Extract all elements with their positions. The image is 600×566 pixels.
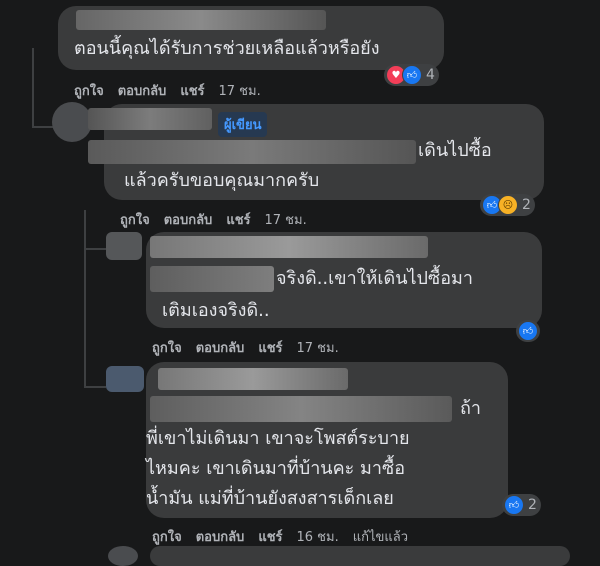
comment-text: ตอนนี้คุณได้รับการช่วยเหลือแล้วหรือยัง bbox=[74, 38, 380, 59]
avatar[interactable] bbox=[52, 102, 92, 142]
share-link[interactable]: แชร์ bbox=[180, 84, 204, 99]
thread-line bbox=[32, 48, 34, 128]
edited-label[interactable]: แก้ไขแล้ว bbox=[353, 530, 408, 545]
reaction-summary[interactable]: 👍︎ bbox=[516, 320, 540, 342]
comment-actions: ถูกใจ ตอบกลับ แชร์ 17 ชม. bbox=[74, 80, 275, 101]
reaction-summary[interactable]: ♥ 👍︎ 4 bbox=[384, 64, 439, 86]
author-name-blurred bbox=[150, 236, 428, 258]
comment-text: เติมเองจริงดิ.. bbox=[162, 300, 270, 321]
like-reaction-icon: 👍︎ bbox=[504, 495, 524, 515]
text-blurred bbox=[150, 396, 452, 422]
reply-link[interactable]: ตอบกลับ bbox=[196, 341, 245, 356]
share-link[interactable]: แชร์ bbox=[258, 530, 282, 545]
like-reaction-icon: 👍︎ bbox=[518, 321, 538, 341]
share-link[interactable]: แชร์ bbox=[226, 213, 250, 228]
author-badge: ผู้เขียน bbox=[218, 112, 268, 137]
thread-line bbox=[84, 210, 86, 388]
comment-actions: ถูกใจ ตอบกลับ แชร์ 17 ชม. bbox=[120, 209, 321, 230]
comment-text: ถ้า bbox=[460, 398, 482, 419]
reaction-count: 4 bbox=[426, 67, 435, 83]
comment-text: จริงดิ..เขาให้เดินไปซื้อมา bbox=[276, 268, 473, 289]
author-name-blurred bbox=[158, 368, 348, 390]
author-name-blurred bbox=[76, 10, 326, 30]
reply-link[interactable]: ตอบกลับ bbox=[196, 530, 245, 545]
timestamp[interactable]: 17 ชม. bbox=[219, 84, 261, 99]
comment-actions: ถูกใจ ตอบกลับ แชร์ 17 ชม. bbox=[152, 337, 353, 358]
reaction-summary[interactable]: 👍︎ 2 bbox=[502, 494, 541, 516]
timestamp[interactable]: 17 ชม. bbox=[297, 341, 339, 356]
comment-text: พี่เขาไม่เดินมา เขาจะโพสต์ระบาย bbox=[146, 428, 410, 449]
comment-actions: ถูกใจ ตอบกลับ แชร์ 16 ชม. แก้ไขแล้ว bbox=[152, 526, 422, 547]
like-reaction-icon: 👍︎ bbox=[402, 65, 422, 85]
reply-link[interactable]: ตอบกลับ bbox=[164, 213, 213, 228]
share-link[interactable]: แชร์ bbox=[258, 341, 282, 356]
timestamp[interactable]: 17 ชม. bbox=[265, 213, 307, 228]
like-link[interactable]: ถูกใจ bbox=[74, 84, 104, 99]
thread-line bbox=[84, 386, 106, 388]
like-link[interactable]: ถูกใจ bbox=[120, 213, 150, 228]
like-link[interactable]: ถูกใจ bbox=[152, 341, 182, 356]
timestamp[interactable]: 16 ชม. bbox=[297, 530, 339, 545]
avatar[interactable] bbox=[106, 366, 144, 392]
reaction-summary[interactable]: 👍︎ ☹ 2 bbox=[480, 194, 535, 216]
comment-text: แล้วครับขอบคุณมากครับ bbox=[124, 170, 320, 191]
reaction-count: 2 bbox=[522, 197, 531, 213]
comment-text: ไหมคะ เขาเดินมาที่บ้านคะ มาซื้อ bbox=[146, 458, 406, 479]
reaction-count: 2 bbox=[528, 497, 537, 513]
reply-link[interactable]: ตอบกลับ bbox=[118, 84, 167, 99]
author-name-blurred bbox=[88, 108, 212, 130]
like-link[interactable]: ถูกใจ bbox=[152, 530, 182, 545]
text-blurred bbox=[150, 266, 274, 292]
sad-reaction-icon: ☹ bbox=[498, 195, 518, 215]
text-blurred bbox=[88, 140, 416, 164]
comment-text: เดินไปซื้อ bbox=[418, 140, 492, 161]
avatar[interactable] bbox=[108, 546, 138, 566]
thread-line bbox=[84, 248, 106, 250]
comment-bubble bbox=[150, 546, 570, 566]
avatar[interactable] bbox=[106, 232, 142, 260]
comment-text: น้ำมัน แม่ที่บ้านยังสงสารเด็กเลย bbox=[146, 488, 394, 509]
